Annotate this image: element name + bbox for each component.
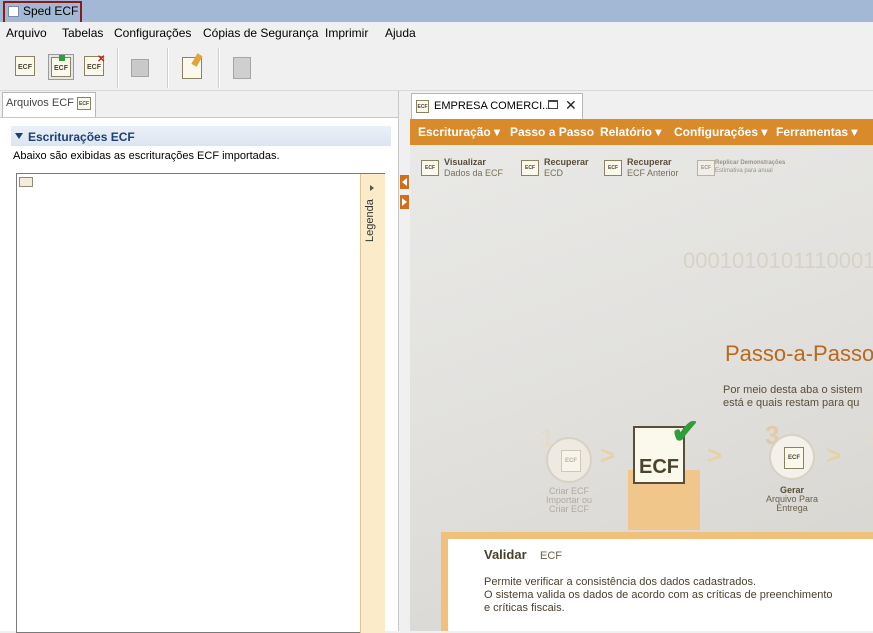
- visualizar-subtitle[interactable]: Dados da ECF: [444, 168, 503, 178]
- menu-tabelas[interactable]: Tabelas: [62, 26, 103, 40]
- step-gerar-label-3: Entrega: [776, 503, 808, 513]
- menu-ajuda[interactable]: Ajuda: [385, 26, 416, 40]
- escrituracoes-tree[interactable]: [16, 173, 385, 633]
- menu-relatorio[interactable]: Relatório ▾: [600, 125, 661, 139]
- chevron-right-icon: >: [600, 440, 616, 470]
- menu-escrituracao[interactable]: Escrituração ▾: [418, 125, 500, 139]
- passo-a-passo-title: Passo-a-Passo: [725, 341, 873, 366]
- tab-empresa-label: EMPRESA COMERCI...: [434, 100, 552, 112]
- step-criar-ecf-label-3: Criar ECF: [549, 504, 589, 514]
- panel-splitter[interactable]: [399, 91, 410, 631]
- close-icon[interactable]: ✕: [565, 97, 577, 114]
- expand-arrow-icon[interactable]: [370, 185, 374, 191]
- chevron-right-icon: >: [707, 440, 723, 470]
- gerar-icon: ECF: [784, 447, 804, 469]
- replicar-demonstracoes-subtitle[interactable]: Estimativa para anual: [715, 168, 773, 174]
- expand-right-icon[interactable]: [400, 195, 409, 209]
- recuperar-ecf-anterior-icon[interactable]: ECF: [604, 160, 622, 176]
- recuperar-ecf-anterior-title[interactable]: Recuperar: [627, 157, 672, 167]
- collapse-arrow-icon[interactable]: [15, 133, 23, 139]
- replicar-demonstracoes-title[interactable]: Replicar Demonstrações: [715, 160, 785, 166]
- validar-desc-3: e críticas fiscais.: [484, 602, 565, 614]
- binary-decoration: 0001010101110001: [683, 248, 873, 273]
- section-title: Escriturações ECF: [28, 130, 135, 144]
- criar-ecf-icon: ECF: [561, 450, 581, 472]
- recuperar-ecd-subtitle[interactable]: ECD: [544, 168, 563, 178]
- ecf-tab-icon: ECF: [416, 100, 429, 113]
- info-button[interactable]: [230, 54, 256, 80]
- recuperar-ecf-anterior-subtitle[interactable]: ECF Anterior: [627, 168, 679, 178]
- ecf-tab-icon: ECF: [77, 97, 91, 110]
- import-ecf-button[interactable]: ECF: [48, 54, 74, 80]
- legend-label[interactable]: Legenda: [364, 199, 376, 242]
- recuperar-ecd-icon[interactable]: ECF: [521, 160, 539, 176]
- legend-panel[interactable]: [360, 174, 385, 633]
- recuperar-ecd-title[interactable]: Recuperar: [544, 157, 589, 167]
- menu-configuracoes-empresa[interactable]: Configurações ▾: [674, 125, 767, 139]
- passo-a-passo-text-2: está e quais restam para qu: [723, 397, 860, 409]
- menu-passo-a-passo[interactable]: Passo a Passo: [510, 125, 594, 139]
- validar-desc-1: Permite verificar a consistência dos dad…: [484, 576, 757, 588]
- toolbar: ECF ECF ECF ✕: [0, 44, 873, 91]
- menu-copias-seguranca[interactable]: Cópias de Segurança: [203, 26, 318, 40]
- replicar-demonstracoes-icon[interactable]: ECF: [697, 160, 715, 176]
- delete-ecf-button[interactable]: ECF ✕: [82, 54, 108, 80]
- ecf-export-icon: [131, 59, 149, 77]
- step-criar-ecf[interactable]: ECF: [546, 437, 592, 483]
- visualizar-icon[interactable]: ECF: [421, 160, 439, 176]
- validar-title: Validar: [484, 547, 527, 562]
- menu-imprimir[interactable]: Imprimir: [325, 26, 368, 40]
- maximize-icon[interactable]: [548, 100, 558, 109]
- toolbar-separator: [167, 48, 169, 88]
- validar-tag: ECF: [540, 550, 562, 562]
- toolbar-separator: [117, 48, 119, 88]
- menu-ferramentas[interactable]: Ferramentas ▾: [776, 125, 857, 139]
- folder-icon[interactable]: [19, 177, 33, 187]
- menu-configuracoes[interactable]: Configurações: [114, 26, 191, 40]
- new-ecf-button[interactable]: ECF: [13, 54, 39, 80]
- edit-button[interactable]: [180, 53, 206, 80]
- menu-arquivo[interactable]: Arquivo: [6, 26, 47, 40]
- delete-x-icon: ✕: [97, 54, 106, 65]
- chevron-right-icon: >: [826, 440, 842, 470]
- menu-bar: Arquivo Tabelas Configurações Cópias de …: [0, 22, 873, 44]
- visualizar-title[interactable]: Visualizar: [444, 157, 486, 167]
- collapse-left-icon[interactable]: [400, 175, 409, 189]
- tab-arquivos-ecf-label: Arquivos ECF: [6, 97, 74, 109]
- toolbar-separator: [218, 48, 220, 88]
- title-bar: [0, 0, 873, 22]
- export-button[interactable]: [127, 54, 153, 80]
- step-gerar[interactable]: ECF: [769, 434, 815, 480]
- validar-desc-2: O sistema valida os dados de acordo com …: [484, 589, 833, 601]
- download-arrow-icon: [59, 55, 65, 61]
- section-description: Abaixo são exibidas as escriturações ECF…: [13, 150, 280, 162]
- passo-a-passo-text-1: Por meio desta aba o sistem: [723, 384, 863, 396]
- ecf-new-icon: ECF: [15, 56, 35, 76]
- info-icon: [233, 57, 251, 79]
- check-icon: ✔: [671, 413, 700, 451]
- step-number: 4: [864, 423, 873, 453]
